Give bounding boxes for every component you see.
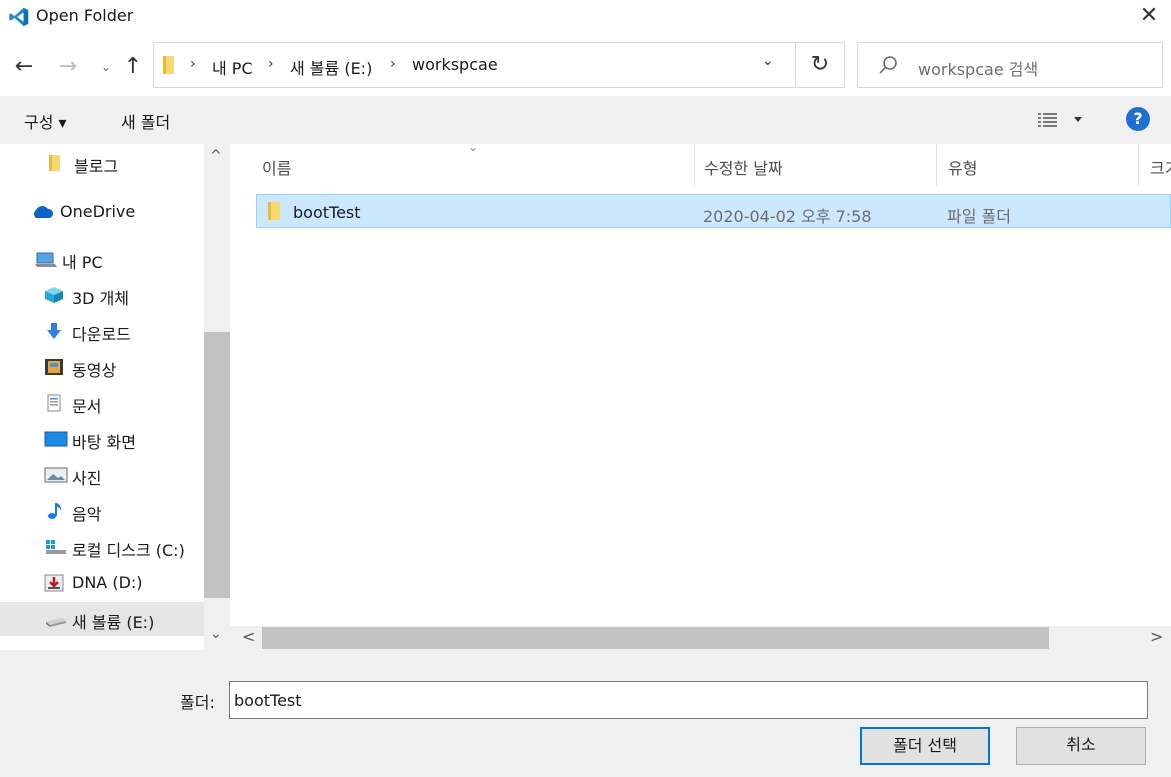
sort-indicator-icon: ⌄ xyxy=(468,144,479,154)
column-header-name[interactable]: 이름 xyxy=(262,155,291,179)
nav-item-label: 다운로드 xyxy=(72,325,131,344)
column-divider[interactable] xyxy=(936,144,937,186)
scroll-down-button[interactable]: ⌄ xyxy=(210,626,222,642)
nav-item-new-volume-e[interactable]: 새 볼륨 (E:) xyxy=(0,602,204,636)
nav-item-onedrive[interactable]: OneDrive xyxy=(0,195,204,229)
column-header-modified[interactable]: 수정한 날짜 xyxy=(704,155,783,179)
address-dropdown-button[interactable]: ⌄ xyxy=(762,53,774,69)
nav-item-label: 로컬 디스크 (C:) xyxy=(72,541,185,560)
refresh-button[interactable]: ↻ xyxy=(804,49,836,81)
breadcrumb-separator: › xyxy=(390,56,396,72)
vscode-icon xyxy=(9,7,29,27)
nav-item-label: 음악 xyxy=(72,505,102,524)
new-folder-button[interactable]: 새 폴더 xyxy=(121,109,170,133)
nav-item-label: 새 볼륨 (E:) xyxy=(72,613,155,632)
drive-icon xyxy=(46,618,66,627)
file-list: ⌄ 이름 수정한 날짜 유형 크기 bootTest 2020-04-02 오후… xyxy=(230,144,1171,650)
cloud-icon xyxy=(34,206,54,218)
scrollbar-thumb[interactable] xyxy=(204,332,230,598)
details-view-icon xyxy=(1038,113,1057,127)
forward-button[interactable]: → xyxy=(56,52,80,82)
select-folder-button[interactable]: 폴더 선택 xyxy=(860,727,990,765)
close-button[interactable]: ✕ xyxy=(1134,2,1164,30)
file-name: bootTest xyxy=(293,203,361,222)
file-modified: 2020-04-02 오후 7:58 xyxy=(703,207,872,226)
file-type: 파일 폴더 xyxy=(947,207,1011,226)
back-button[interactable]: ← xyxy=(12,52,36,82)
nav-item-label: 블로그 xyxy=(74,157,119,176)
search-box[interactable]: workspcae 검색 xyxy=(857,42,1163,88)
folder-label: 폴더: xyxy=(180,693,215,712)
nav-item-label: 바탕 화면 xyxy=(72,433,136,452)
music-icon xyxy=(48,503,62,519)
up-button[interactable]: ↑ xyxy=(121,52,145,82)
nav-item-3d-objects[interactable]: 3D 개체 xyxy=(0,278,204,312)
nav-item-pictures[interactable]: 사진 xyxy=(0,458,204,492)
nav-item-videos[interactable]: 동영상 xyxy=(0,350,204,384)
removable-drive-icon xyxy=(44,574,64,592)
folder-icon xyxy=(163,56,174,74)
column-header-type[interactable]: 유형 xyxy=(948,155,977,179)
nav-pane-scrollbar[interactable]: ^ ⌄ xyxy=(204,144,230,650)
help-button[interactable]: ? xyxy=(1126,107,1150,131)
title-bar: Open Folder ✕ xyxy=(0,0,1171,34)
scroll-up-button[interactable]: ^ xyxy=(210,148,222,164)
scroll-right-button[interactable]: > xyxy=(1150,627,1163,646)
organize-button[interactable]: 구성 ▾ xyxy=(24,109,67,133)
nav-item-label: 사진 xyxy=(72,469,102,488)
scroll-left-button[interactable]: < xyxy=(242,627,255,646)
column-divider[interactable] xyxy=(694,144,695,186)
navigation-pane: 블로그 OneDrive 내 PC 3D 개체 다운로드 동영상 문서 바탕 화… xyxy=(0,144,230,650)
nav-item-downloads[interactable]: 다운로드 xyxy=(0,314,204,348)
breadcrumb-item[interactable]: 새 볼륨 (E:) xyxy=(290,55,372,79)
document-icon xyxy=(47,394,61,412)
folder-icon xyxy=(268,202,280,220)
breadcrumb-item[interactable]: workspcae xyxy=(412,55,498,74)
recent-locations-button[interactable]: ⌄ xyxy=(94,52,118,82)
breadcrumb-separator: › xyxy=(190,56,196,72)
computer-icon xyxy=(35,252,57,267)
windows-drive-icon xyxy=(46,540,66,554)
breadcrumb-item[interactable]: 내 PC xyxy=(212,55,253,79)
nav-item-label: OneDrive xyxy=(60,202,136,221)
file-row[interactable]: bootTest 2020-04-02 오후 7:58 파일 폴더 xyxy=(256,194,1171,228)
nav-item-this-pc[interactable]: 내 PC xyxy=(0,242,204,276)
column-header-size[interactable]: 크기 xyxy=(1150,155,1171,179)
search-icon xyxy=(879,56,897,74)
nav-item-label: 문서 xyxy=(72,397,102,416)
desktop-icon xyxy=(44,431,68,447)
nav-item-desktop[interactable]: 바탕 화면 xyxy=(0,422,204,456)
nav-item-documents[interactable]: 문서 xyxy=(0,386,204,420)
nav-item-label: 내 PC xyxy=(62,253,103,272)
horizontal-scrollbar[interactable]: < > xyxy=(230,626,1171,650)
nav-item-dna-d[interactable]: DNA (D:) xyxy=(0,566,204,600)
scrollbar-thumb[interactable] xyxy=(262,627,1049,649)
cancel-button[interactable]: 취소 xyxy=(1016,727,1146,765)
folder-name-input[interactable] xyxy=(229,681,1148,719)
address-bar[interactable]: › 내 PC › 새 볼륨 (E:) › workspcae ⌄ ↻ xyxy=(153,42,845,88)
cube-icon xyxy=(45,287,63,303)
folder-icon xyxy=(49,155,60,171)
download-icon xyxy=(47,323,61,339)
nav-item-label: DNA (D:) xyxy=(72,573,143,592)
breadcrumb-separator: › xyxy=(268,56,274,72)
bottom-panel: 폴더: 폴더 선택 취소 xyxy=(0,650,1171,777)
column-divider[interactable] xyxy=(1138,144,1139,186)
nav-item-label: 3D 개체 xyxy=(72,289,130,308)
picture-icon xyxy=(44,467,68,483)
nav-item-local-disk-c[interactable]: 로컬 디스크 (C:) xyxy=(0,530,204,564)
toolbar: 구성 ▾ 새 폴더 ? xyxy=(0,96,1171,144)
search-input[interactable]: workspcae 검색 xyxy=(918,56,1038,80)
view-options-button[interactable] xyxy=(1036,108,1084,132)
window-title: Open Folder xyxy=(36,6,134,25)
nav-item-blog[interactable]: 블로그 xyxy=(0,146,204,180)
caret-down-icon xyxy=(1074,117,1082,122)
nav-item-label: 동영상 xyxy=(72,361,117,380)
video-icon xyxy=(45,359,63,375)
divider xyxy=(795,43,796,87)
nav-item-music[interactable]: 음악 xyxy=(0,494,204,528)
